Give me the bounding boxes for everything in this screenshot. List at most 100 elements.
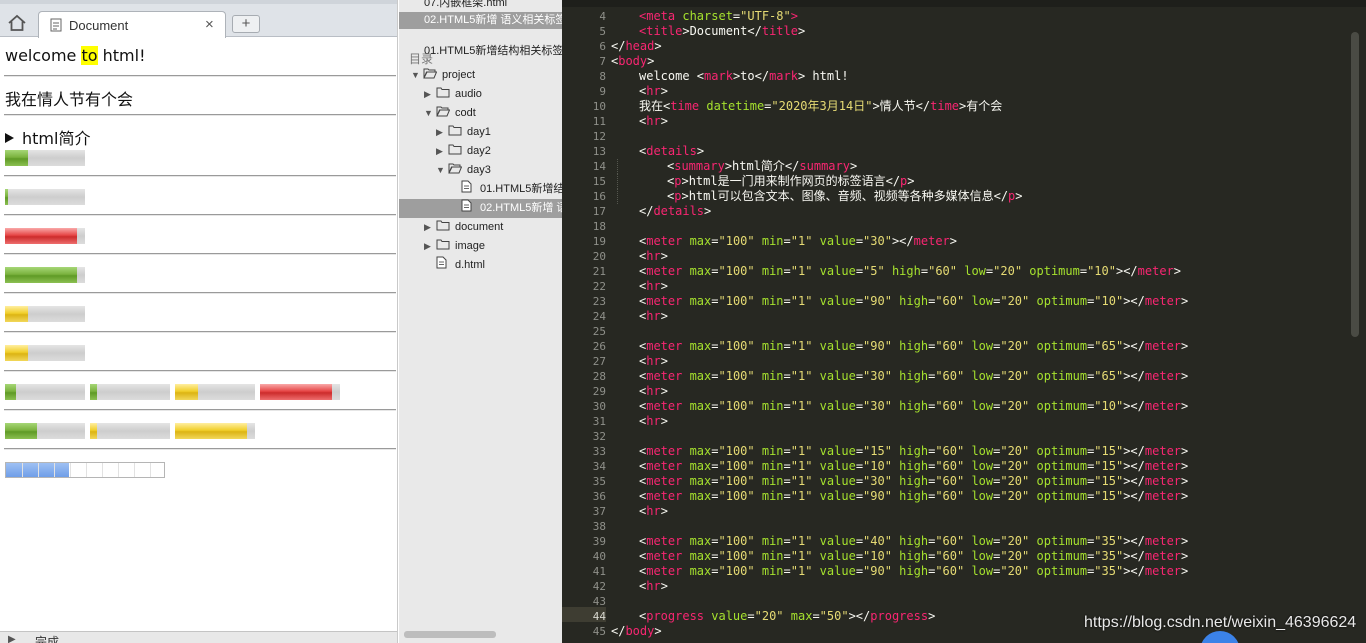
chevron-right-icon[interactable]: ▶ (424, 218, 436, 237)
tree-file[interactable]: 02.HTML5新增 语义相关标签.html (449, 199, 562, 218)
code-line[interactable]: <meter max="100" min="1" value="5" high=… (639, 264, 1181, 279)
close-icon[interactable]: × (205, 16, 214, 33)
tree-label: project (442, 69, 476, 81)
code-line[interactable]: <meter max="100" min="1" value="10" high… (639, 459, 1188, 474)
tree-folder-document[interactable]: ▶ document (424, 218, 503, 237)
line-number: 10 (592, 100, 606, 113)
code-line[interactable]: <meter max="100" min="1" value="30"></me… (639, 234, 957, 249)
tree-label: day1 (467, 126, 491, 138)
code-line[interactable]: <hr> (639, 279, 668, 294)
code-line[interactable]: <hr> (639, 414, 668, 429)
code-line[interactable]: <meter max="100" min="1" value="90" high… (639, 564, 1188, 579)
code-line[interactable]: <details> (639, 144, 704, 159)
code-line[interactable]: <hr> (639, 114, 668, 129)
code-line[interactable]: <meta charset="UTF-8"> (639, 9, 798, 24)
code-line[interactable]: <meter max="100" min="1" value="90" high… (639, 489, 1188, 504)
code-line[interactable]: <meter max="100" min="1" value="90" high… (639, 294, 1188, 309)
open-file-item[interactable]: 07.内嵌框架.html (399, 0, 562, 12)
editor-scrollbar[interactable] (1351, 32, 1359, 337)
floating-button[interactable] (1200, 631, 1240, 643)
chevron-right-icon[interactable]: ▶ (436, 142, 448, 161)
tree-folder-day1[interactable]: ▶ day1 (436, 123, 491, 142)
code-line[interactable]: <hr> (639, 504, 668, 519)
bookmark-bar (0, 0, 397, 4)
line-number: 38 (592, 520, 606, 533)
code-line[interactable]: </body> (611, 624, 662, 639)
summary-text: html简介 (22, 129, 91, 148)
code-line[interactable]: </details> (639, 204, 711, 219)
tree-file[interactable]: 01.HTML5新增结构相关标签.html (449, 180, 562, 199)
code-line[interactable]: <hr> (639, 249, 668, 264)
welcome-line: welcome to html! (5, 46, 146, 65)
tree-file[interactable]: d.html (424, 256, 485, 275)
chevron-down-icon[interactable]: ▼ (424, 104, 436, 123)
line-number: 41 (592, 565, 606, 578)
meter (175, 423, 255, 439)
details-summary[interactable]: html简介 (5, 125, 90, 149)
chevron-right-icon[interactable]: ▶ (424, 85, 436, 104)
sidebar-scrollbar[interactable] (404, 631, 496, 638)
progress-segment (38, 463, 39, 477)
progress-segment (86, 463, 87, 477)
code-line[interactable]: <hr> (639, 384, 668, 399)
tree-folder-day2[interactable]: ▶ day2 (436, 142, 491, 161)
chevron-down-icon[interactable]: ▼ (411, 66, 423, 85)
line-number: 44 (592, 610, 606, 623)
home-icon[interactable] (6, 13, 28, 33)
status-arrow-icon: ▶ (8, 634, 16, 643)
folder-icon (448, 124, 462, 136)
line-number: 4 (599, 10, 606, 23)
meter (5, 423, 85, 439)
code-line[interactable]: welcome <mark>to</mark> html! (639, 69, 849, 84)
code-line[interactable]: <meter max="100" min="1" value="30" high… (639, 399, 1188, 414)
code-line[interactable]: <body> (611, 54, 654, 69)
tab-document[interactable]: Document × (38, 11, 226, 38)
divider (4, 75, 396, 77)
code-line[interactable]: <p>html是一门用来制作网页的标签语言</p> (667, 174, 915, 189)
code-line[interactable]: <summary>html简介</summary> (667, 159, 857, 174)
code-line[interactable]: 我在<time datetime="2020年3月14日">情人节</time>… (639, 99, 1002, 114)
code-line[interactable]: <hr> (639, 579, 668, 594)
tree-folder-day3[interactable]: ▼ day3 (436, 161, 491, 180)
code-editor[interactable]: 4 5 6 7 8 9 10 11 12 13 14 15 16 17 18 19 20 21 22 23 24 25 26… (562, 0, 1366, 643)
code-line[interactable]: <meter max="100" min="1" value="90" high… (639, 339, 1188, 354)
code-line[interactable]: <meter max="100" min="1" value="30" high… (639, 369, 1188, 384)
divider (4, 448, 396, 450)
divider (4, 370, 396, 372)
tree-folder-image[interactable]: ▶ image (424, 237, 485, 256)
folder-icon (423, 67, 438, 79)
tree-label: document (455, 221, 504, 233)
code-line[interactable]: <meter max="100" min="1" value="15" high… (639, 444, 1188, 459)
tree-label: day3 (467, 164, 491, 176)
tree-label: d.html (455, 259, 485, 271)
code-line[interactable]: <title>Document</title> (639, 24, 805, 39)
line-number: 18 (592, 220, 606, 233)
code-line[interactable]: <hr> (639, 84, 668, 99)
open-file-item[interactable]: 02.HTML5新增 语义相关标签.html (399, 12, 562, 29)
divider (4, 214, 396, 216)
code-line[interactable]: <meter max="100" min="1" value="10" high… (639, 549, 1188, 564)
code-line[interactable]: <hr> (639, 354, 668, 369)
code-line[interactable]: <progress value="20" max="50"></progress… (639, 609, 935, 624)
disclosure-triangle-icon[interactable] (5, 133, 14, 143)
meter (5, 306, 85, 322)
chevron-down-icon[interactable]: ▼ (436, 161, 448, 180)
meter-fill (5, 189, 8, 205)
indent-guide (617, 189, 618, 204)
editor-tab-bar (562, 0, 1366, 7)
code-line[interactable]: <meter max="100" min="1" value="40" high… (639, 534, 1188, 549)
code-line[interactable]: <p>html可以包含文本、图像、音频、视频等各种多媒体信息</p> (667, 189, 1023, 204)
tree-folder-codt[interactable]: ▼ codt (424, 104, 476, 123)
line-number: 20 (592, 250, 606, 263)
welcome-text: welcome (5, 46, 82, 65)
chevron-right-icon[interactable]: ▶ (436, 123, 448, 142)
meter-fill (5, 150, 28, 166)
code-line[interactable]: <meter max="100" min="1" value="30" high… (639, 474, 1188, 489)
chevron-right-icon[interactable]: ▶ (424, 237, 436, 256)
new-tab-button[interactable]: + (232, 15, 260, 33)
tree-folder-project[interactable]: ▼ project (411, 66, 475, 85)
code-line[interactable]: <hr> (639, 309, 668, 324)
code-line[interactable]: </head> (611, 39, 662, 54)
tree-folder-audio[interactable]: ▶ audio (424, 85, 482, 104)
page-icon (50, 18, 62, 32)
